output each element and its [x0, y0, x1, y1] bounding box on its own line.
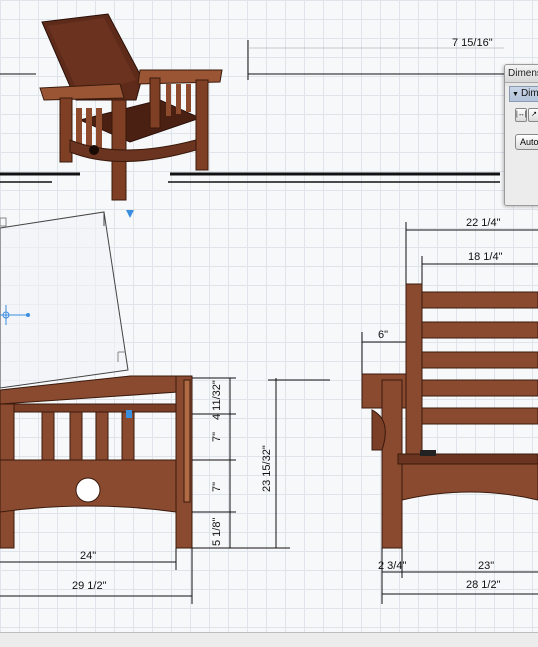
chair-side-view[interactable]: [361, 283, 538, 549]
chair-front-view[interactable]: [0, 375, 193, 549]
dim-label-29-1-2[interactable]: 29 1/2": [72, 580, 107, 592]
auto-button[interactable]: Auto: [515, 134, 538, 150]
disclosure-triangle-icon[interactable]: ▼: [512, 91, 519, 98]
dim-label-7-upper[interactable]: 7": [211, 432, 223, 442]
dim-label-18-1-4[interactable]: 18 1/4": [468, 251, 503, 263]
dim-label-22-1-4[interactable]: 22 1/4": [466, 217, 501, 229]
dim-label-6[interactable]: 6": [378, 329, 388, 341]
dimension-tool-row: |↔| ↗: [515, 108, 538, 122]
dim-label-2-3-4[interactable]: 2 3/4": [378, 560, 406, 572]
status-bar: [0, 632, 538, 647]
dim-label-28-1-2[interactable]: 28 1/2": [466, 579, 501, 591]
dim-label-top[interactable]: 7 15/16": [452, 37, 493, 49]
dim-label-5-1-8[interactable]: 5 1/8": [211, 518, 223, 546]
section-label: Dim: [520, 88, 538, 99]
model-drawing[interactable]: 7 15/16" 4 11/32" 7" 7" 5 1/8" 23 15/32"…: [0, 0, 538, 632]
dimensions-panel[interactable]: Dimens ▼Dim |↔|↗ Auto: [504, 64, 538, 206]
selection-marker-icon[interactable]: [126, 210, 134, 218]
morris-chair-3d[interactable]: [39, 13, 223, 201]
dim-label-23[interactable]: 23": [478, 560, 494, 572]
panel-title[interactable]: Dimens: [505, 65, 538, 83]
aligned-dimension-icon[interactable]: ↗: [528, 108, 538, 122]
dimensions-section-header[interactable]: ▼ Dim: [509, 86, 538, 102]
dim-label-4-11-32[interactable]: 4 11/32": [211, 380, 223, 420]
selected-back-wireframe[interactable]: [0, 211, 129, 389]
dim-label-24[interactable]: 24": [80, 550, 96, 562]
panel-body: ▼ Dim |↔| ↗ Auto: [505, 86, 538, 205]
grip-handle-icon[interactable]: [0, 217, 7, 227]
dim-label-7-lower[interactable]: 7": [211, 482, 223, 492]
linear-dimension-icon[interactable]: |↔|: [515, 108, 527, 122]
dim-label-23-15-32[interactable]: 23 15/32": [261, 445, 273, 492]
